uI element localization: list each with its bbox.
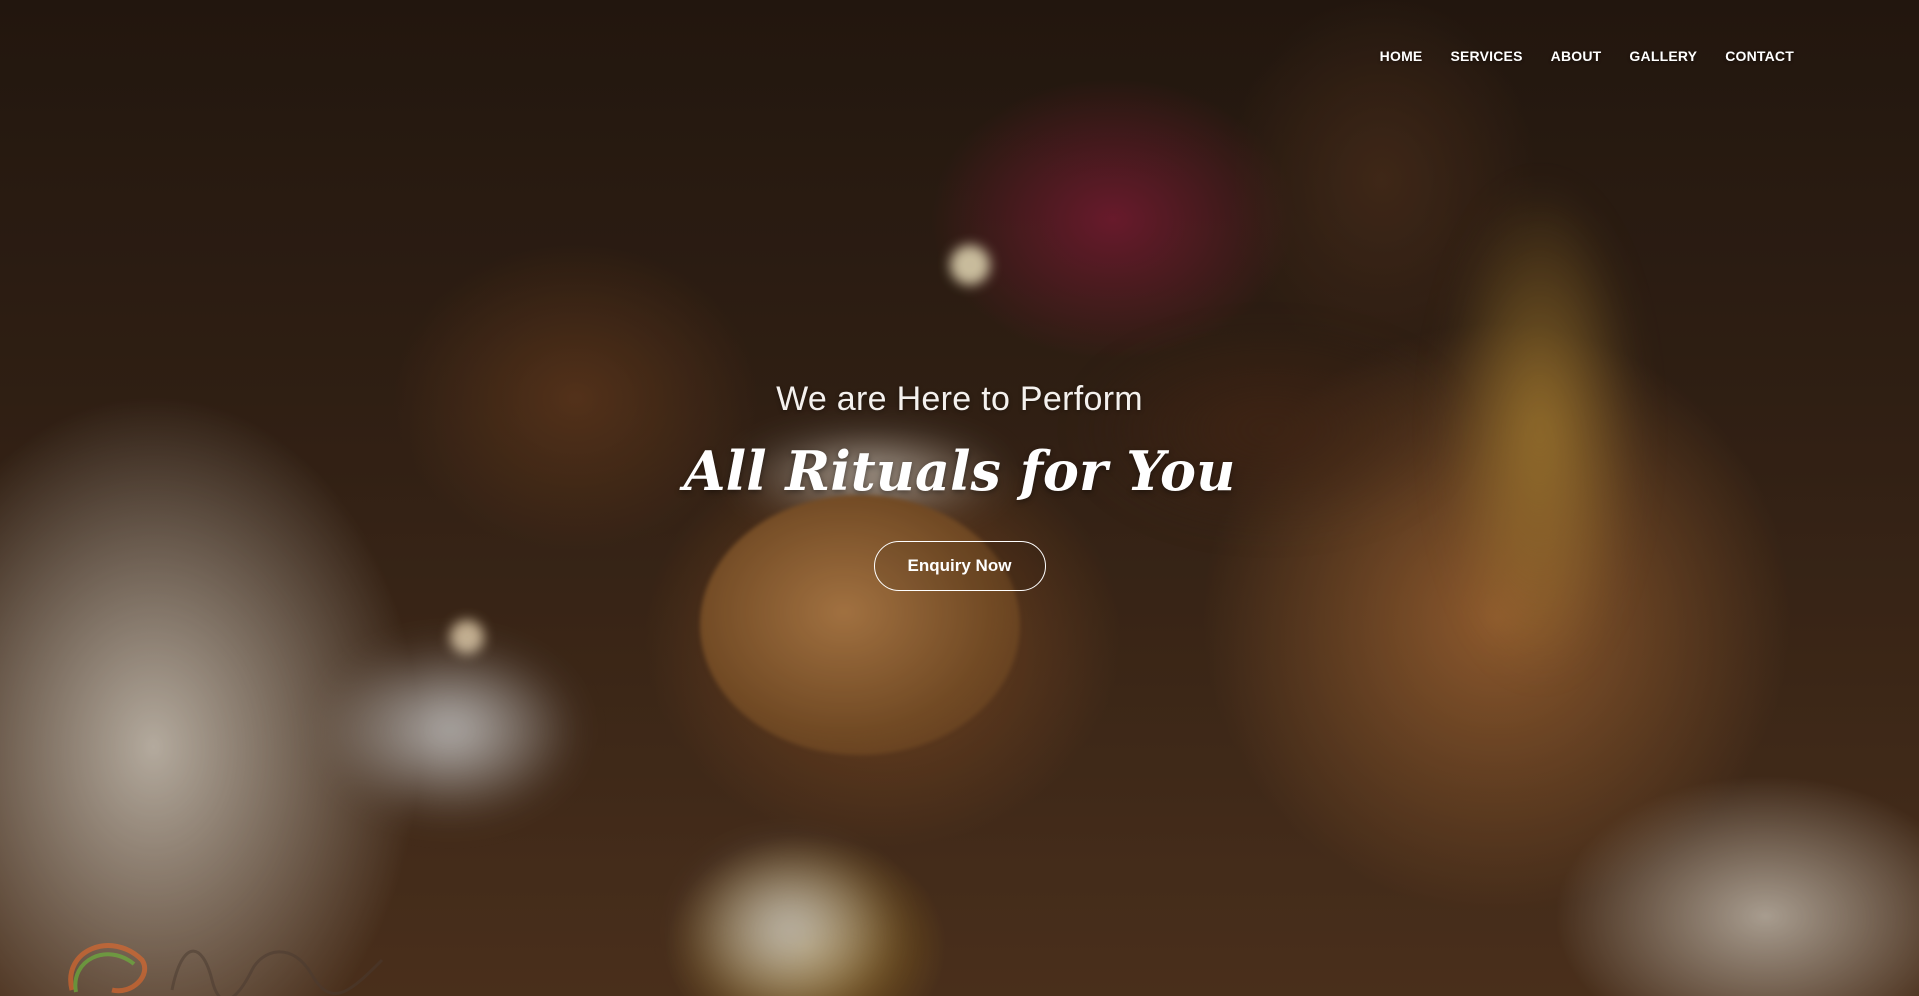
hero-tagline: We are Here to Perform [776,380,1143,418]
hero-headline: All Rituals for You [683,439,1236,503]
nav-contact-link[interactable]: CONTACT [1725,48,1794,64]
nav-about-link[interactable]: ABOUT [1551,48,1602,64]
nav-services-link[interactable]: SERVICES [1450,48,1522,64]
nav-gallery-link[interactable]: GALLERY [1629,48,1697,64]
hero-content: We are Here to Perform All Rituals for Y… [0,380,1919,591]
watermark-logo [68,943,384,996]
nav-home-link[interactable]: HOME [1380,48,1423,64]
hero-banner: HOME SERVICES ABOUT GALLERY CONTACT We a… [0,0,1919,996]
enquiry-now-button[interactable]: Enquiry Now [873,541,1046,591]
main-navigation: HOME SERVICES ABOUT GALLERY CONTACT [1380,48,1794,64]
